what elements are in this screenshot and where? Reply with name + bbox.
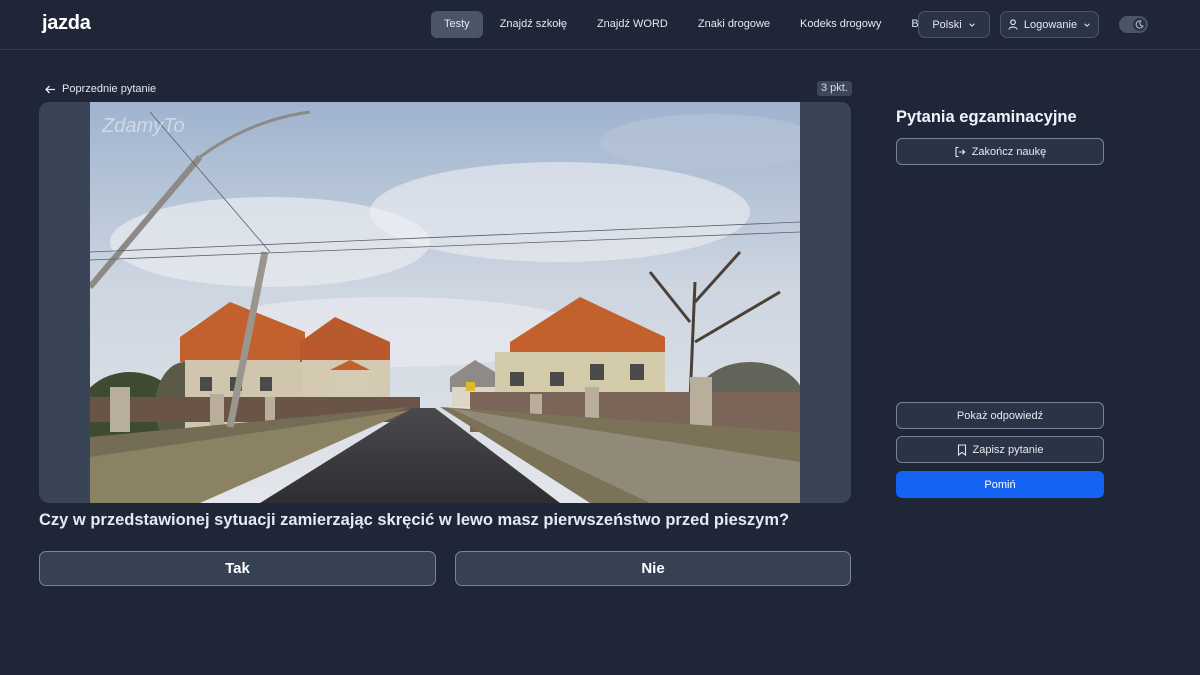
top-navbar: jazda Testy Znajdź szkołę Znajdź WORD Zn… <box>0 0 1200 50</box>
nav-item-testy[interactable]: Testy <box>431 11 483 38</box>
save-question-button[interactable]: Zapisz pytanie <box>896 436 1104 463</box>
question-text: Czy w przedstawionej sytuacji zamierzają… <box>39 511 790 529</box>
chevron-down-icon <box>1084 22 1090 27</box>
finish-learning-button[interactable]: Zakończ naukę <box>896 138 1104 165</box>
watermark-text: ZdamyTo <box>101 115 185 137</box>
road-scene-image: ZdamyTo <box>90 102 800 503</box>
theme-toggle[interactable] <box>1119 16 1148 33</box>
login-button[interactable]: Logowanie <box>1000 11 1099 38</box>
arrow-left-icon <box>45 85 55 93</box>
user-icon <box>1008 19 1018 30</box>
jazda-logo[interactable]: jazda <box>42 12 91 35</box>
language-label: Polski <box>932 18 962 31</box>
main-nav: Testy Znajdź szkołę Znajdź WORD Znaki dr… <box>431 11 950 38</box>
login-label: Logowanie <box>1023 18 1078 31</box>
sidebar-title: Pytania egzaminacyjne <box>896 108 1077 126</box>
question-media: ZdamyTo <box>39 102 851 503</box>
save-question-label: Zapisz pytanie <box>972 443 1044 456</box>
bookmark-icon <box>957 443 966 456</box>
nav-item-find-word[interactable]: Znajdź WORD <box>584 11 681 38</box>
points-badge: 3 pkt. <box>817 81 852 96</box>
nav-item-find-school[interactable]: Znajdź szkołę <box>487 11 580 38</box>
logout-icon <box>955 146 966 157</box>
previous-question-link[interactable]: Poprzednie pytanie <box>45 81 156 97</box>
skip-button[interactable]: Pomiń <box>896 471 1104 498</box>
nav-item-road-code[interactable]: Kodeks drogowy <box>787 11 894 38</box>
language-select[interactable]: Polski <box>918 11 990 38</box>
answer-yes-button[interactable]: Tak <box>39 551 436 586</box>
answer-no-button[interactable]: Nie <box>455 551 851 586</box>
theme-toggle-knob <box>1133 18 1146 31</box>
chevron-down-icon <box>968 22 975 27</box>
finish-learning-label: Zakończ naukę <box>971 145 1047 158</box>
show-answer-label: Pokaż odpowiedź <box>956 409 1044 422</box>
moon-icon <box>1135 20 1144 29</box>
logo-text: jazda <box>42 12 91 34</box>
skip-label: Pomiń <box>984 478 1016 491</box>
nav-item-road-signs[interactable]: Znaki drogowe <box>685 11 783 38</box>
show-answer-button[interactable]: Pokaż odpowiedź <box>896 402 1104 429</box>
previous-question-label: Poprzednie pytanie <box>62 83 157 95</box>
